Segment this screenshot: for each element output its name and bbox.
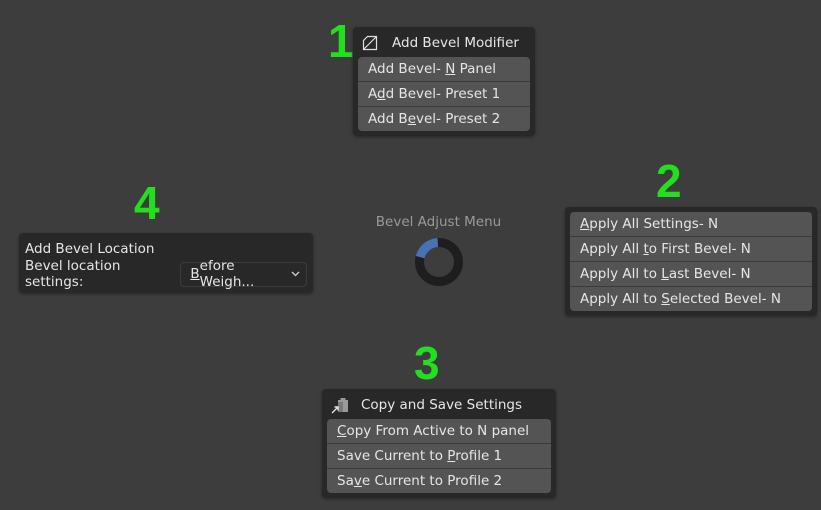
menu-item-add-bevel-preset-1[interactable]: Add Bevel- Preset 1: [358, 81, 530, 106]
menu-title: Copy and Save Settings: [327, 391, 551, 419]
annotation-2: 2: [656, 155, 682, 207]
annotation-1: 1: [328, 15, 354, 67]
bevel-location-label: Bevel location settings:: [25, 258, 121, 290]
bevel-modifier-icon: [362, 35, 378, 51]
bevel-location-dropdown[interactable]: Before Weigh...: [180, 258, 307, 290]
copy-paste-icon: [331, 396, 349, 414]
add-bevel-modifier-menu: Add Bevel Modifier Add Bevel- N Panel Ad…: [353, 27, 535, 136]
pie-direction-indicator: [415, 238, 463, 286]
pie-direction-arc: [415, 238, 439, 259]
copy-save-settings-menu: Copy and Save Settings Copy From Active …: [322, 389, 556, 498]
pie-menu-title: Bevel Adjust Menu: [375, 214, 502, 230]
menu-item-apply-all-last-bevel[interactable]: Apply All to Last Bevel- N: [570, 261, 812, 286]
chevron-down-icon: [291, 271, 300, 277]
menu-item-copy-from-active[interactable]: Copy From Active to N panel: [327, 419, 551, 443]
add-bevel-location-panel: Add Bevel Location Bevel location settin…: [19, 233, 313, 293]
menu-item-apply-all-first-bevel[interactable]: Apply All to First Bevel- N: [570, 236, 812, 261]
menu-item-save-profile-1[interactable]: Save Current to Profile 1: [327, 443, 551, 468]
annotation-3: 3: [414, 337, 440, 389]
menu-title: Add Bevel Modifier: [358, 29, 530, 57]
menu-item-add-bevel-preset-2[interactable]: Add Bevel- Preset 2: [358, 106, 530, 131]
menu-item-add-bevel-n-panel[interactable]: Add Bevel- N Panel: [358, 57, 530, 81]
menu-item-save-profile-2[interactable]: Save Current to Profile 2: [327, 468, 551, 493]
menu-item-apply-all-selected-bevel[interactable]: Apply All to Selected Bevel- N: [570, 286, 812, 311]
